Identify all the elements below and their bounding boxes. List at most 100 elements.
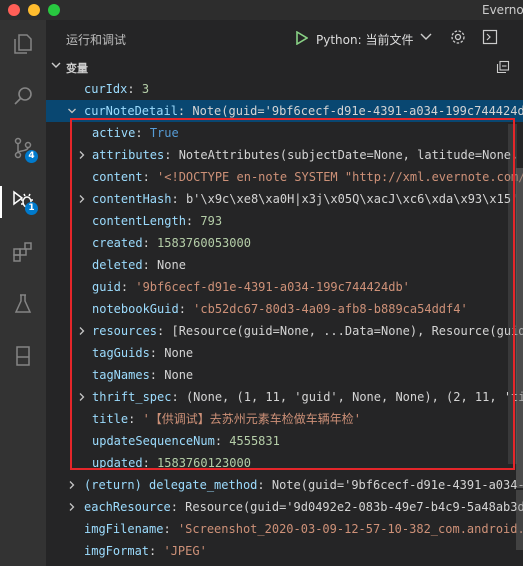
variable-text: contentHash: b'\x9c\xe8\xa0H|x3j\x05Q\xa… xyxy=(92,192,519,206)
chevron-down-icon[interactable] xyxy=(68,107,76,115)
scrollbar-thumb[interactable] xyxy=(516,168,523,488)
variable-text: curNoteDetail: Note(guid='9bf6cecf-d91e-… xyxy=(84,100,523,122)
variable-text: imgFormat: 'JPEG' xyxy=(84,544,207,558)
source-control-badge: 4 xyxy=(25,150,38,163)
chevron-right-icon[interactable] xyxy=(78,327,86,335)
variable-value: True xyxy=(149,126,179,140)
variable-name: tagGuids xyxy=(92,346,150,360)
variable-name: guid xyxy=(92,280,121,294)
variable-value: '【供调试】去苏州元素车检做车辆年检' xyxy=(142,412,362,426)
variable-name: imgFilename xyxy=(84,522,164,536)
variable-row[interactable]: contentHash: b'\x9c\xe8\xa0H|x3j\x05Q\xa… xyxy=(46,188,523,210)
run-debug-header: 运行和调试 Python: 当前文件 xyxy=(46,20,523,56)
chevron-right-icon[interactable] xyxy=(78,393,86,401)
explorer-icon[interactable] xyxy=(0,26,46,62)
variable-row[interactable]: notebookGuid: 'cb52dc67-80d3-4a09-afb8-b… xyxy=(46,298,523,320)
debug-sidebar: 运行和调试 Python: 当前文件 变量 curIdx: 3 curNoteDe… xyxy=(46,20,523,566)
variable-row[interactable]: title: '【供调试】去苏州元素车检做车辆年检' xyxy=(46,408,523,430)
collapse-all-icon[interactable] xyxy=(496,60,510,74)
variable-text: resources: [Resource(guid=None, ...Data=… xyxy=(92,320,523,342)
variable-name: contentLength xyxy=(92,214,186,228)
variable-value: 4555831 xyxy=(229,434,280,448)
variable-row[interactable]: created: 1583760053000 xyxy=(46,232,523,254)
variable-row[interactable]: guid: '9bf6cecf-d91e-4391-a034-199c74442… xyxy=(46,276,523,298)
variable-row[interactable]: tagGuids: None xyxy=(46,342,523,364)
variable-row[interactable]: eachResource: Resource(guid='9d0492e2-08… xyxy=(46,496,523,518)
scrollbar-thumb-lower[interactable] xyxy=(516,490,523,550)
variable-row[interactable]: imgFormat: 'JPEG' xyxy=(46,540,523,562)
variable-value: NoteAttributes(subjectDate=None, latitud… xyxy=(178,148,523,162)
chevron-right-icon[interactable] xyxy=(78,195,86,203)
variable-row[interactable]: content: '<!DOCTYPE en-note SYSTEM "http… xyxy=(46,166,523,188)
variable-row[interactable]: updated: 1583760123000 xyxy=(46,452,523,474)
variables-tree: curIdx: 3 curNoteDetail: Note(guid='9bf6c… xyxy=(46,78,523,566)
variable-text: title: '【供调试】去苏州元素车检做车辆年检' xyxy=(92,412,362,426)
variable-row[interactable]: curNoteDetail: Note(guid='9bf6cecf-d91e-… xyxy=(46,100,523,122)
activity-bar: 4 1 xyxy=(0,20,46,566)
variable-name: deleted xyxy=(92,258,143,272)
variable-value: 'Screenshot_2020-03-09-12-57-10-382_com.… xyxy=(177,522,523,536)
chevron-right-icon[interactable] xyxy=(68,503,76,511)
variable-row[interactable]: tagNames: None xyxy=(46,364,523,386)
chevron-down-icon xyxy=(420,33,432,40)
start-debugging-icon[interactable] xyxy=(296,31,308,45)
variable-name: notebookGuid xyxy=(92,302,179,316)
variable-row[interactable]: contentLength: 793 xyxy=(46,210,523,232)
debug-console-icon[interactable] xyxy=(482,29,498,45)
close-window-button[interactable] xyxy=(8,4,20,16)
variable-text: active: True xyxy=(92,126,179,140)
search-icon[interactable] xyxy=(0,78,46,114)
variable-value: Note(guid='9bf6cecf-d91e-4391-a034-199..… xyxy=(271,478,523,492)
variable-name: curNoteDetail xyxy=(84,104,178,118)
variable-text: (return) delegate_method: Note(guid='9bf… xyxy=(84,474,523,496)
variable-row[interactable]: imgFilename: 'Screenshot_2020-03-09-12-5… xyxy=(46,518,523,540)
variable-text: tagNames: None xyxy=(92,368,194,382)
variable-row[interactable]: (return) delegate_method: Note(guid='9bf… xyxy=(46,474,523,496)
zoom-window-button[interactable] xyxy=(48,4,60,16)
minimize-window-button[interactable] xyxy=(28,4,40,16)
gear-icon[interactable] xyxy=(450,29,466,45)
variable-name: tagNames xyxy=(92,368,150,382)
variable-name: resources xyxy=(92,324,158,338)
variable-row[interactable]: thrift_spec: (None, (1, 11, 'guid', None… xyxy=(46,386,523,408)
debug-icon[interactable] xyxy=(0,182,46,218)
launch-config-label: Python: 当前文件 xyxy=(316,33,414,47)
variable-text: updated: 1583760123000 xyxy=(92,456,251,470)
variable-name: updateSequenceNum xyxy=(92,434,215,448)
variable-row[interactable]: updateSequenceNum: 4555831 xyxy=(46,430,523,452)
variable-row[interactable]: deleted: None xyxy=(46,254,523,276)
variable-row[interactable]: active: True xyxy=(46,122,523,144)
remote-explorer-icon[interactable] xyxy=(0,338,46,374)
variable-text: notebookGuid: 'cb52dc67-80d3-4a09-afb8-b… xyxy=(92,302,468,316)
variable-name: active xyxy=(92,126,136,140)
source-control-icon[interactable] xyxy=(0,130,46,166)
variable-text: created: 1583760053000 xyxy=(92,236,251,250)
variable-value: None xyxy=(164,368,194,382)
variable-value: Resource(guid='9d0492e2-083b-49e7-b4c9-5… xyxy=(185,500,523,514)
variable-value: 1583760123000 xyxy=(157,456,251,470)
variable-name: title xyxy=(92,412,129,426)
variable-value: [Resource(guid=None, ...Data=None), Reso… xyxy=(171,324,523,338)
variable-name: created xyxy=(92,236,143,250)
extensions-icon[interactable] xyxy=(0,234,46,270)
variable-value: '9bf6cecf-d91e-4391-a034-199c744424db' xyxy=(135,280,410,294)
variable-value: 1583760053000 xyxy=(157,236,251,250)
variable-text: content: '<!DOCTYPE en-note SYSTEM "http… xyxy=(92,166,523,188)
variable-row[interactable]: curIdx: 3 xyxy=(46,78,523,100)
chevron-down-icon xyxy=(51,62,61,68)
variable-value: b'\x9c\xe8\xa0H|x3j\x05Q\xacJ\xc6\xda\x9… xyxy=(185,192,519,206)
variable-text: contentLength: 793 xyxy=(92,214,223,228)
variable-value: None xyxy=(157,258,186,272)
variable-value: 'JPEG' xyxy=(163,544,207,558)
variables-section-header[interactable]: 变量 xyxy=(46,56,523,78)
testing-flask-icon[interactable] xyxy=(0,286,46,322)
variable-row[interactable]: attributes: NoteAttributes(subjectDate=N… xyxy=(46,144,523,166)
chevron-right-icon[interactable] xyxy=(68,481,76,489)
launch-config-select[interactable]: Python: 当前文件 xyxy=(292,27,440,49)
chevron-right-icon[interactable] xyxy=(78,151,86,159)
variable-name: updated xyxy=(92,456,143,470)
variable-text: curIdx: 3 xyxy=(84,82,150,96)
variable-text: imgFilename: 'Screenshot_2020-03-09-12-5… xyxy=(84,518,523,540)
variable-text: tagGuids: None xyxy=(92,346,194,360)
variable-row[interactable]: resources: [Resource(guid=None, ...Data=… xyxy=(46,320,523,342)
